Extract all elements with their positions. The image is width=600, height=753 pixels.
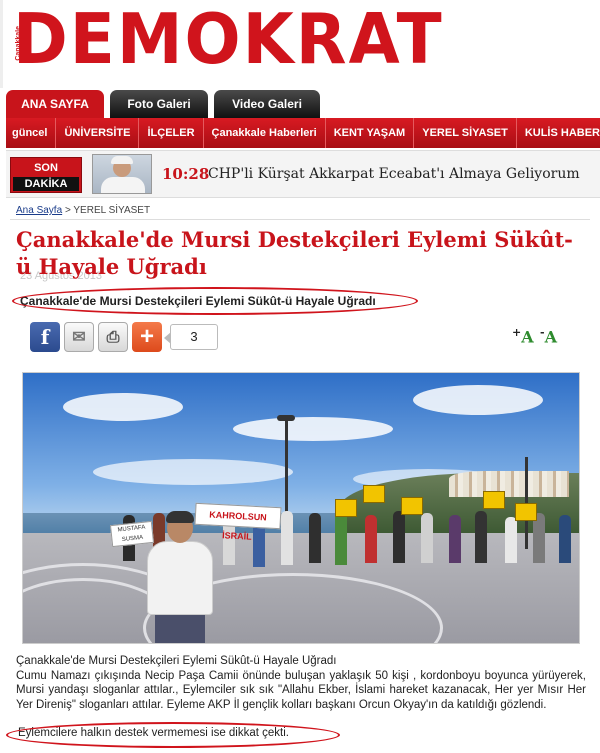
breaking-news-bar: SON DAKİKA 10:28 CHP'li Kürşat Akkarpat … bbox=[6, 150, 600, 198]
nav-item-yerel-siyaset[interactable]: YEREL SİYASET bbox=[414, 118, 517, 148]
breaking-news-headline[interactable]: CHP'li Kürşat Akkarpat Eceabat'ı Almaya … bbox=[208, 166, 580, 182]
nav-item-guncel[interactable]: güncel bbox=[6, 118, 57, 148]
article-photo: KAHROLSUN İSRAİL MUSTAFA SUSMA bbox=[22, 372, 580, 644]
main-nav: güncel ÜNİVERSİTE İLÇELER Çanakkale Habe… bbox=[6, 118, 600, 148]
badge-top: SON bbox=[34, 162, 58, 174]
facebook-icon[interactable]: f bbox=[30, 322, 60, 352]
breaking-news-thumbnail[interactable] bbox=[92, 154, 152, 194]
breadcrumb-separator: > bbox=[64, 205, 71, 216]
site-logo[interactable]: DEMOKRAT bbox=[13, 2, 444, 78]
breadcrumb: Ana Sayfa > YEREL SİYASET bbox=[16, 205, 150, 216]
share-count: 3 bbox=[164, 324, 218, 350]
print-icon[interactable]: ⎙ bbox=[98, 322, 128, 352]
top-tabs: ANA SAYFA Foto Galeri Video Galeri bbox=[6, 88, 600, 118]
divider bbox=[10, 219, 590, 220]
mail-icon[interactable]: ✉ bbox=[64, 322, 94, 352]
nav-item-universite[interactable]: ÜNİVERSİTE bbox=[56, 118, 140, 148]
nav-item-ilceler[interactable]: İLÇELER bbox=[139, 118, 204, 148]
logo-bar: Çanakkale DEMOKRAT bbox=[0, 0, 600, 88]
article-title: Çanakkale'de Mursi Destekçileri Eylemi S… bbox=[16, 227, 573, 279]
breadcrumb-current: YEREL SİYASET bbox=[73, 205, 151, 216]
nav-item-kulis-haber[interactable]: KULİS HABER bbox=[517, 118, 600, 148]
nav-item-canakkale-haberleri[interactable]: Çanakkale Haberleri bbox=[204, 118, 326, 148]
breadcrumb-home-link[interactable]: Ana Sayfa bbox=[16, 205, 62, 216]
body-paragraph: Cumu Namazı çıkışında Necip Paşa Camii ö… bbox=[16, 669, 586, 711]
highlight-oval-bottom bbox=[6, 722, 340, 748]
man-in-foreground bbox=[141, 511, 219, 643]
body-lead: Çanakkale'de Mursi Destekçileri Eylemi S… bbox=[16, 655, 337, 667]
font-increase-button[interactable]: +A bbox=[512, 326, 534, 346]
tab-ana-sayfa[interactable]: ANA SAYFA bbox=[6, 90, 104, 118]
badge-bottom: DAKİKA bbox=[13, 177, 79, 191]
plus-icon[interactable]: + bbox=[132, 322, 162, 352]
nav-item-kent-yasam[interactable]: KENT YAŞAM bbox=[326, 118, 415, 148]
article-body: Çanakkale'de Mursi Destekçileri Eylemi S… bbox=[16, 654, 586, 712]
font-decrease-button[interactable]: -A bbox=[540, 326, 557, 346]
highlight-oval bbox=[12, 287, 418, 315]
tab-video-galeri[interactable]: Video Galeri bbox=[214, 90, 320, 118]
breaking-news-badge: SON DAKİKA bbox=[10, 157, 82, 193]
breaking-news-time: 10:28 bbox=[162, 165, 210, 183]
tab-foto-galeri[interactable]: Foto Galeri bbox=[110, 90, 208, 118]
